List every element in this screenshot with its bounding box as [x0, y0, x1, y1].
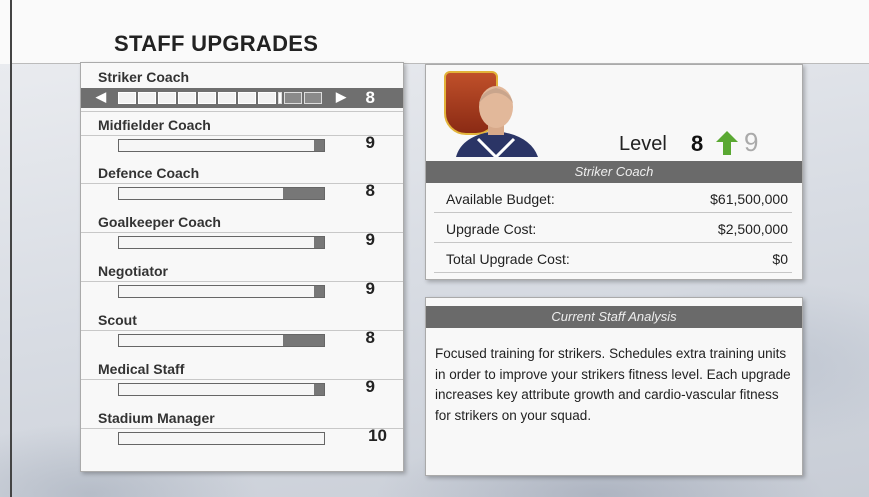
- level-bar-fill: [313, 384, 324, 395]
- staff-row-goalkeeper-coach[interactable]: Goalkeeper Coach 9: [81, 208, 403, 258]
- level-bar: [118, 187, 325, 200]
- info-value: $2,500,000: [717, 221, 788, 237]
- level-segment: [304, 92, 322, 104]
- level-bar-fill: [283, 188, 324, 199]
- screen-edge: [10, 0, 12, 497]
- staff-name: Scout: [98, 312, 137, 328]
- level-bar: [118, 432, 325, 445]
- row-divider: [81, 232, 403, 233]
- level-bar: [118, 139, 325, 152]
- level-segment: [284, 92, 302, 104]
- level-segment: [158, 92, 176, 104]
- level-bar-fill: [313, 286, 324, 297]
- staff-analysis-panel: Current Staff Analysis Focused training …: [425, 297, 803, 476]
- level-bar: [118, 334, 325, 347]
- level-segment: [138, 92, 156, 104]
- staff-level: 8: [365, 328, 375, 347]
- total-upgrade-cost-row: Total Upgrade Cost: $0: [434, 247, 792, 273]
- level-slider[interactable]: [118, 92, 342, 104]
- upgrade-cost-row: Upgrade Cost: $2,500,000: [434, 217, 792, 243]
- level-segment: [178, 92, 196, 104]
- staff-row-medical-staff[interactable]: Medical Staff 9: [81, 355, 403, 405]
- coach-portrait: [456, 86, 538, 157]
- current-level: 8: [691, 131, 704, 156]
- staff-name: Negotiator: [98, 263, 168, 279]
- decrease-arrow-icon[interactable]: ◀: [96, 89, 106, 105]
- staff-name: Medical Staff: [98, 361, 185, 377]
- page-title: STAFF UPGRADES: [114, 31, 319, 56]
- increase-arrow-icon[interactable]: ▶: [336, 89, 346, 105]
- staff-row-defence-coach[interactable]: Defence Coach 8: [81, 159, 403, 209]
- level-bar: [118, 383, 325, 396]
- row-divider: [81, 428, 403, 429]
- staff-row-midfielder-coach[interactable]: Midfielder Coach 9: [81, 111, 403, 161]
- level-segment: [258, 92, 276, 104]
- staff-name: Defence Coach: [98, 165, 200, 181]
- level-bar: [118, 236, 325, 249]
- staff-name: Goalkeeper Coach: [98, 214, 221, 230]
- upgrade-arrow-icon: [716, 131, 738, 155]
- slider-cursor: [278, 92, 282, 104]
- level-segment: [198, 92, 216, 104]
- staff-level: 8: [365, 88, 375, 107]
- staff-level: 9: [365, 230, 375, 249]
- level-bar-fill: [313, 237, 324, 248]
- info-label: Available Budget:: [446, 191, 555, 207]
- info-label: Total Upgrade Cost:: [446, 251, 570, 267]
- available-budget-row: Available Budget: $61,500,000: [434, 187, 792, 213]
- level-label: Level: [619, 133, 667, 155]
- level-segment: [118, 92, 136, 104]
- info-value: $0: [772, 251, 788, 267]
- staff-level: 9: [365, 377, 375, 396]
- info-value: $61,500,000: [710, 191, 788, 207]
- staff-row-negotiator[interactable]: Negotiator 9: [81, 257, 403, 307]
- level-segment: [238, 92, 256, 104]
- row-divider: [81, 111, 403, 112]
- staff-name: Striker Coach: [98, 69, 190, 85]
- row-divider: [81, 379, 403, 380]
- row-divider: [81, 281, 403, 282]
- staff-level: 9: [365, 279, 375, 298]
- level-bar-fill: [313, 140, 324, 151]
- staff-list-panel: Striker Coach ◀ ▶ 8 Midfielder Coach 9 D…: [80, 62, 404, 472]
- level-segment: [218, 92, 236, 104]
- staff-row-scout[interactable]: Scout 8: [81, 306, 403, 356]
- row-divider: [81, 183, 403, 184]
- staff-name: Stadium Manager: [98, 410, 215, 426]
- info-label: Upgrade Cost:: [446, 221, 537, 237]
- analysis-header: Current Staff Analysis: [426, 306, 802, 328]
- staff-level: 10: [368, 426, 387, 445]
- row-divider: [81, 135, 403, 136]
- level-bar: [118, 285, 325, 298]
- level-bar-fill: [283, 335, 324, 346]
- staff-level: 9: [365, 133, 375, 152]
- staff-row-stadium-manager[interactable]: Stadium Manager 10: [81, 404, 403, 454]
- selected-role-header: Striker Coach: [426, 161, 802, 183]
- staff-name: Midfielder Coach: [98, 117, 211, 133]
- staff-row-striker-coach[interactable]: Striker Coach ◀ ▶ 8: [81, 63, 403, 113]
- staff-level: 8: [365, 181, 375, 200]
- next-level: 9: [744, 127, 759, 157]
- row-divider: [81, 330, 403, 331]
- staff-detail-panel: Level 8 9 Striker Coach Available Budget…: [425, 64, 803, 280]
- analysis-text: Focused training for strikers. Schedules…: [435, 346, 791, 423]
